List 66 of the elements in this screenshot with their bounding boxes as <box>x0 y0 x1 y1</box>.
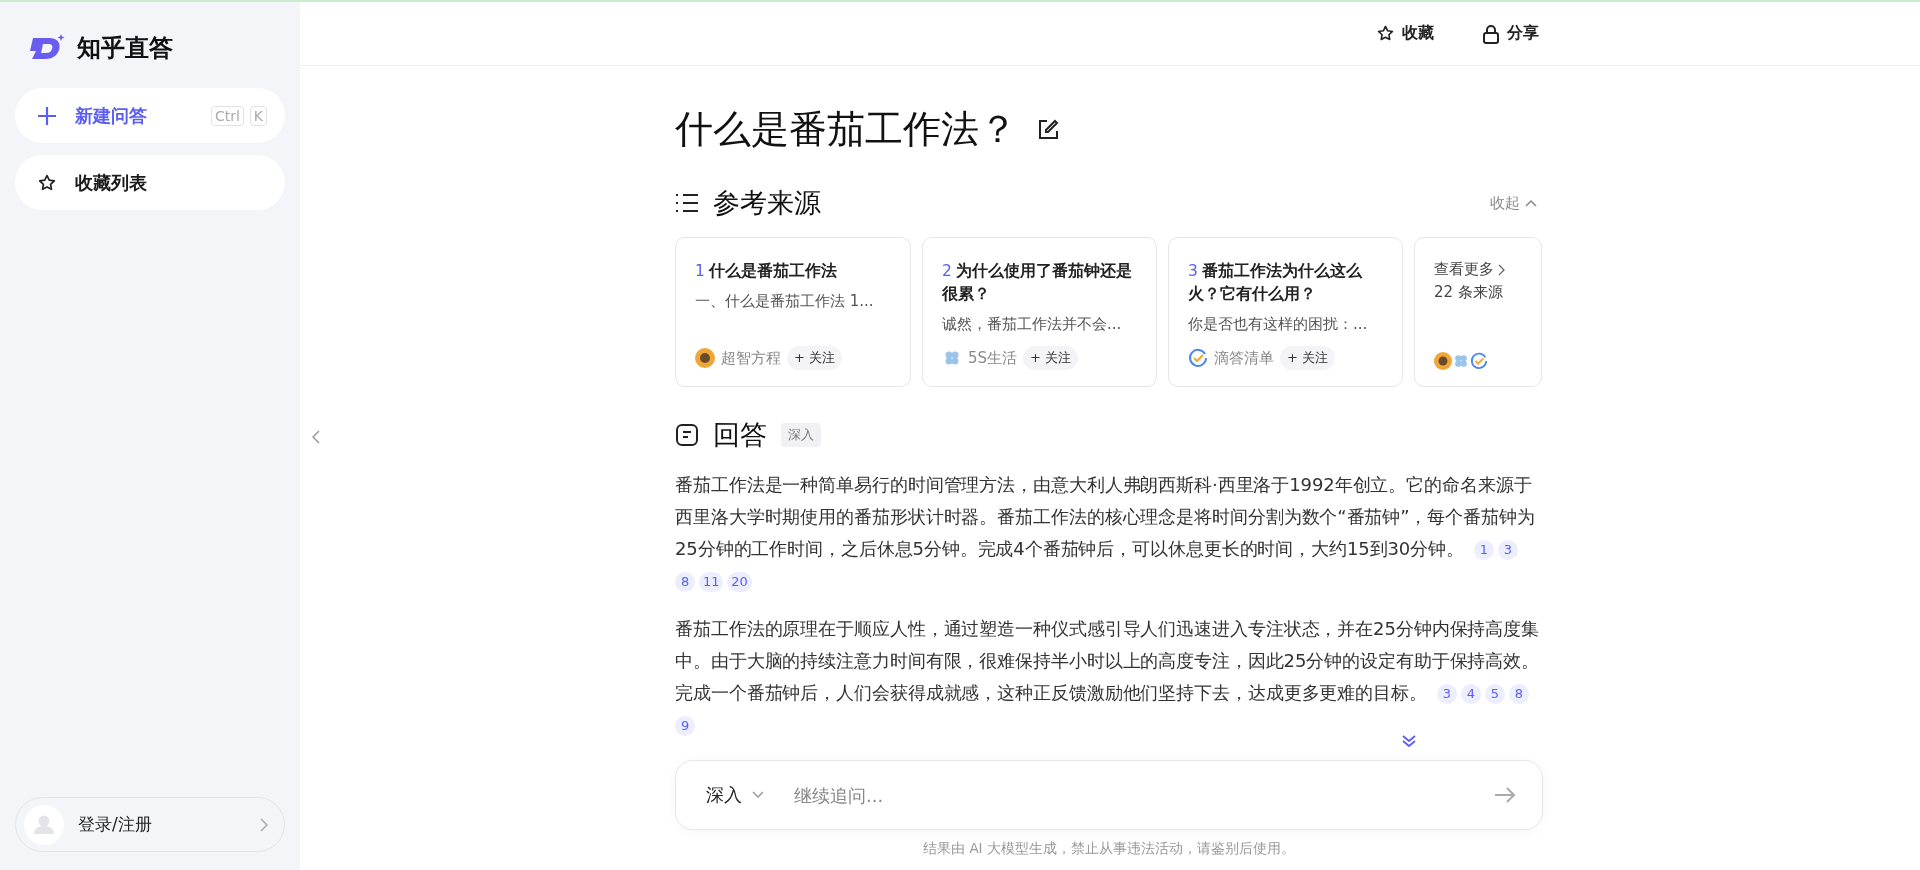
document-icon <box>675 423 699 447</box>
logo-text: 知乎直答 <box>77 33 173 64</box>
author-name: 5S生活 <box>968 348 1018 368</box>
plus-icon <box>37 105 57 126</box>
mode-dropdown[interactable]: 深入 <box>700 782 770 808</box>
more-label: 查看更多 <box>1434 260 1523 279</box>
shortcut-key: Ctrl <box>210 106 244 126</box>
lock-icon <box>1482 23 1500 44</box>
caret-up-icon <box>1525 199 1537 207</box>
citation-link[interactable]: 4 <box>1460 684 1481 704</box>
caret-down-icon <box>752 791 764 799</box>
citation-link[interactable]: 20 <box>727 572 752 592</box>
check-circle-icon <box>1188 348 1208 368</box>
list-icon <box>675 192 699 214</box>
mode-tag: 深入 <box>781 423 821 447</box>
topbar-action[interactable]: 收藏 <box>1372 19 1438 48</box>
author-name: 超智方程 <box>721 348 781 368</box>
double-chevron-down-icon[interactable] <box>1401 734 1417 748</box>
answer-paragraph: 番茄工作法的原理在于顺应人性，通过塑造一种仪式感引导人们迅速进入专注状态，并在25分钟内保持高度集中。由于大脑的持续注意力时间有限，很难保持半小时以上的高度专注，因此25分钟的设定有助于保持高效。完成一个番茄钟后，人们会获得成就感，这种正反馈激励他们坚持下去，达成更多更难的目标。 3 4 5 8 9 <box>675 613 1543 741</box>
source-card[interactable]: 3 番茄工作法为什么这么火？它有什么用？ 你是否也有这样的困扰：... 滴答清单 + 关注 <box>1168 237 1403 387</box>
flower-icon <box>1452 352 1470 370</box>
source-count: 22 条来源 <box>1434 283 1504 302</box>
source-snippet: 你是否也有这样的困扰：... <box>1188 315 1369 334</box>
follow-up-field[interactable]: 深入 继续追问... <box>675 760 1543 830</box>
citation-link[interactable]: 11 <box>699 572 724 592</box>
answer-paragraph: 番茄工作法是一种简单易行的时间管理方法，由意大利人弗朗西斯科·西里洛于1992年创立。它的命名来源于西里洛大学时期使用的番茄形状计时器。番茄工作法的核心理念是将时间分割为数个“番茄钟”，每个番茄钟为25分钟的工作时间，之后休息5分钟。完成4个番茄钟后，可以休息更长的时间，大约15到30分钟。 1 3 8 11 20 <box>675 469 1543 597</box>
citation-link[interactable]: 8 <box>1508 684 1529 704</box>
avatar-icon <box>1434 352 1452 370</box>
arrow-right-icon <box>1494 786 1516 804</box>
topbar-action[interactable]: 分享 <box>1478 19 1543 48</box>
citation-link[interactable]: 1 <box>1473 540 1494 560</box>
collapse-sidebar-icon[interactable] <box>312 430 320 444</box>
chevron-right-icon <box>260 817 268 832</box>
question-title: 什么是番茄工作法？ <box>675 106 1017 153</box>
logo-icon <box>29 34 65 62</box>
source-card[interactable]: 2 为什么使用了番茄钟还是很累？ 诚然，番茄工作法并不会... 5S生活 + 关注 <box>922 237 1157 387</box>
source-title: 3 番茄工作法为什么这么火？它有什么用？ <box>1188 261 1363 305</box>
star-icon <box>1376 24 1395 43</box>
citation-link[interactable]: 3 <box>1497 540 1518 560</box>
chevron-right-icon <box>1498 263 1505 276</box>
source-title: 2 为什么使用了番茄钟还是很累？ <box>942 261 1133 305</box>
check-circle-icon <box>1470 352 1488 370</box>
source-snippet: 一、什么是番茄工作法 1... <box>695 292 875 311</box>
more-sources-card[interactable]: 查看更多 22 条来源 <box>1414 237 1542 387</box>
favorites-button[interactable]: 收藏列表 <box>15 155 285 210</box>
user-avatar-icon <box>24 804 64 845</box>
follow-button[interactable]: + 关注 <box>1023 346 1079 370</box>
new-chat-button[interactable]: 新建问答 Ctrl K <box>15 88 285 143</box>
disclaimer-text: 结果由 AI 大模型生成，禁止从事违法活动，请鉴别后使用。 <box>922 839 1296 858</box>
follow-button[interactable]: + 关注 <box>787 346 843 370</box>
source-card[interactable]: 1 什么是番茄工作法 一、什么是番茄工作法 1... 超智方程 + 关注 <box>675 237 911 387</box>
avatar-icon <box>695 348 715 368</box>
citation-link[interactable]: 9 <box>675 716 695 736</box>
citation-link[interactable]: 3 <box>1436 684 1457 704</box>
edit-icon[interactable] <box>1037 118 1059 141</box>
citation-link[interactable]: 5 <box>1484 684 1505 704</box>
source-title: 1 什么是番茄工作法 <box>695 261 838 282</box>
section-title: 回答 <box>713 418 767 452</box>
source-snippet: 诚然，番茄工作法并不会... <box>942 315 1123 334</box>
author-name: 滴答清单 <box>1214 348 1274 368</box>
star-icon <box>37 172 57 193</box>
shortcut-key: K <box>249 106 267 126</box>
section-title: 参考来源 <box>713 186 821 220</box>
follow-button[interactable]: + 关注 <box>1280 346 1336 370</box>
citation-link[interactable]: 8 <box>675 572 695 592</box>
collapse-button[interactable]: 收起 <box>1484 192 1543 214</box>
